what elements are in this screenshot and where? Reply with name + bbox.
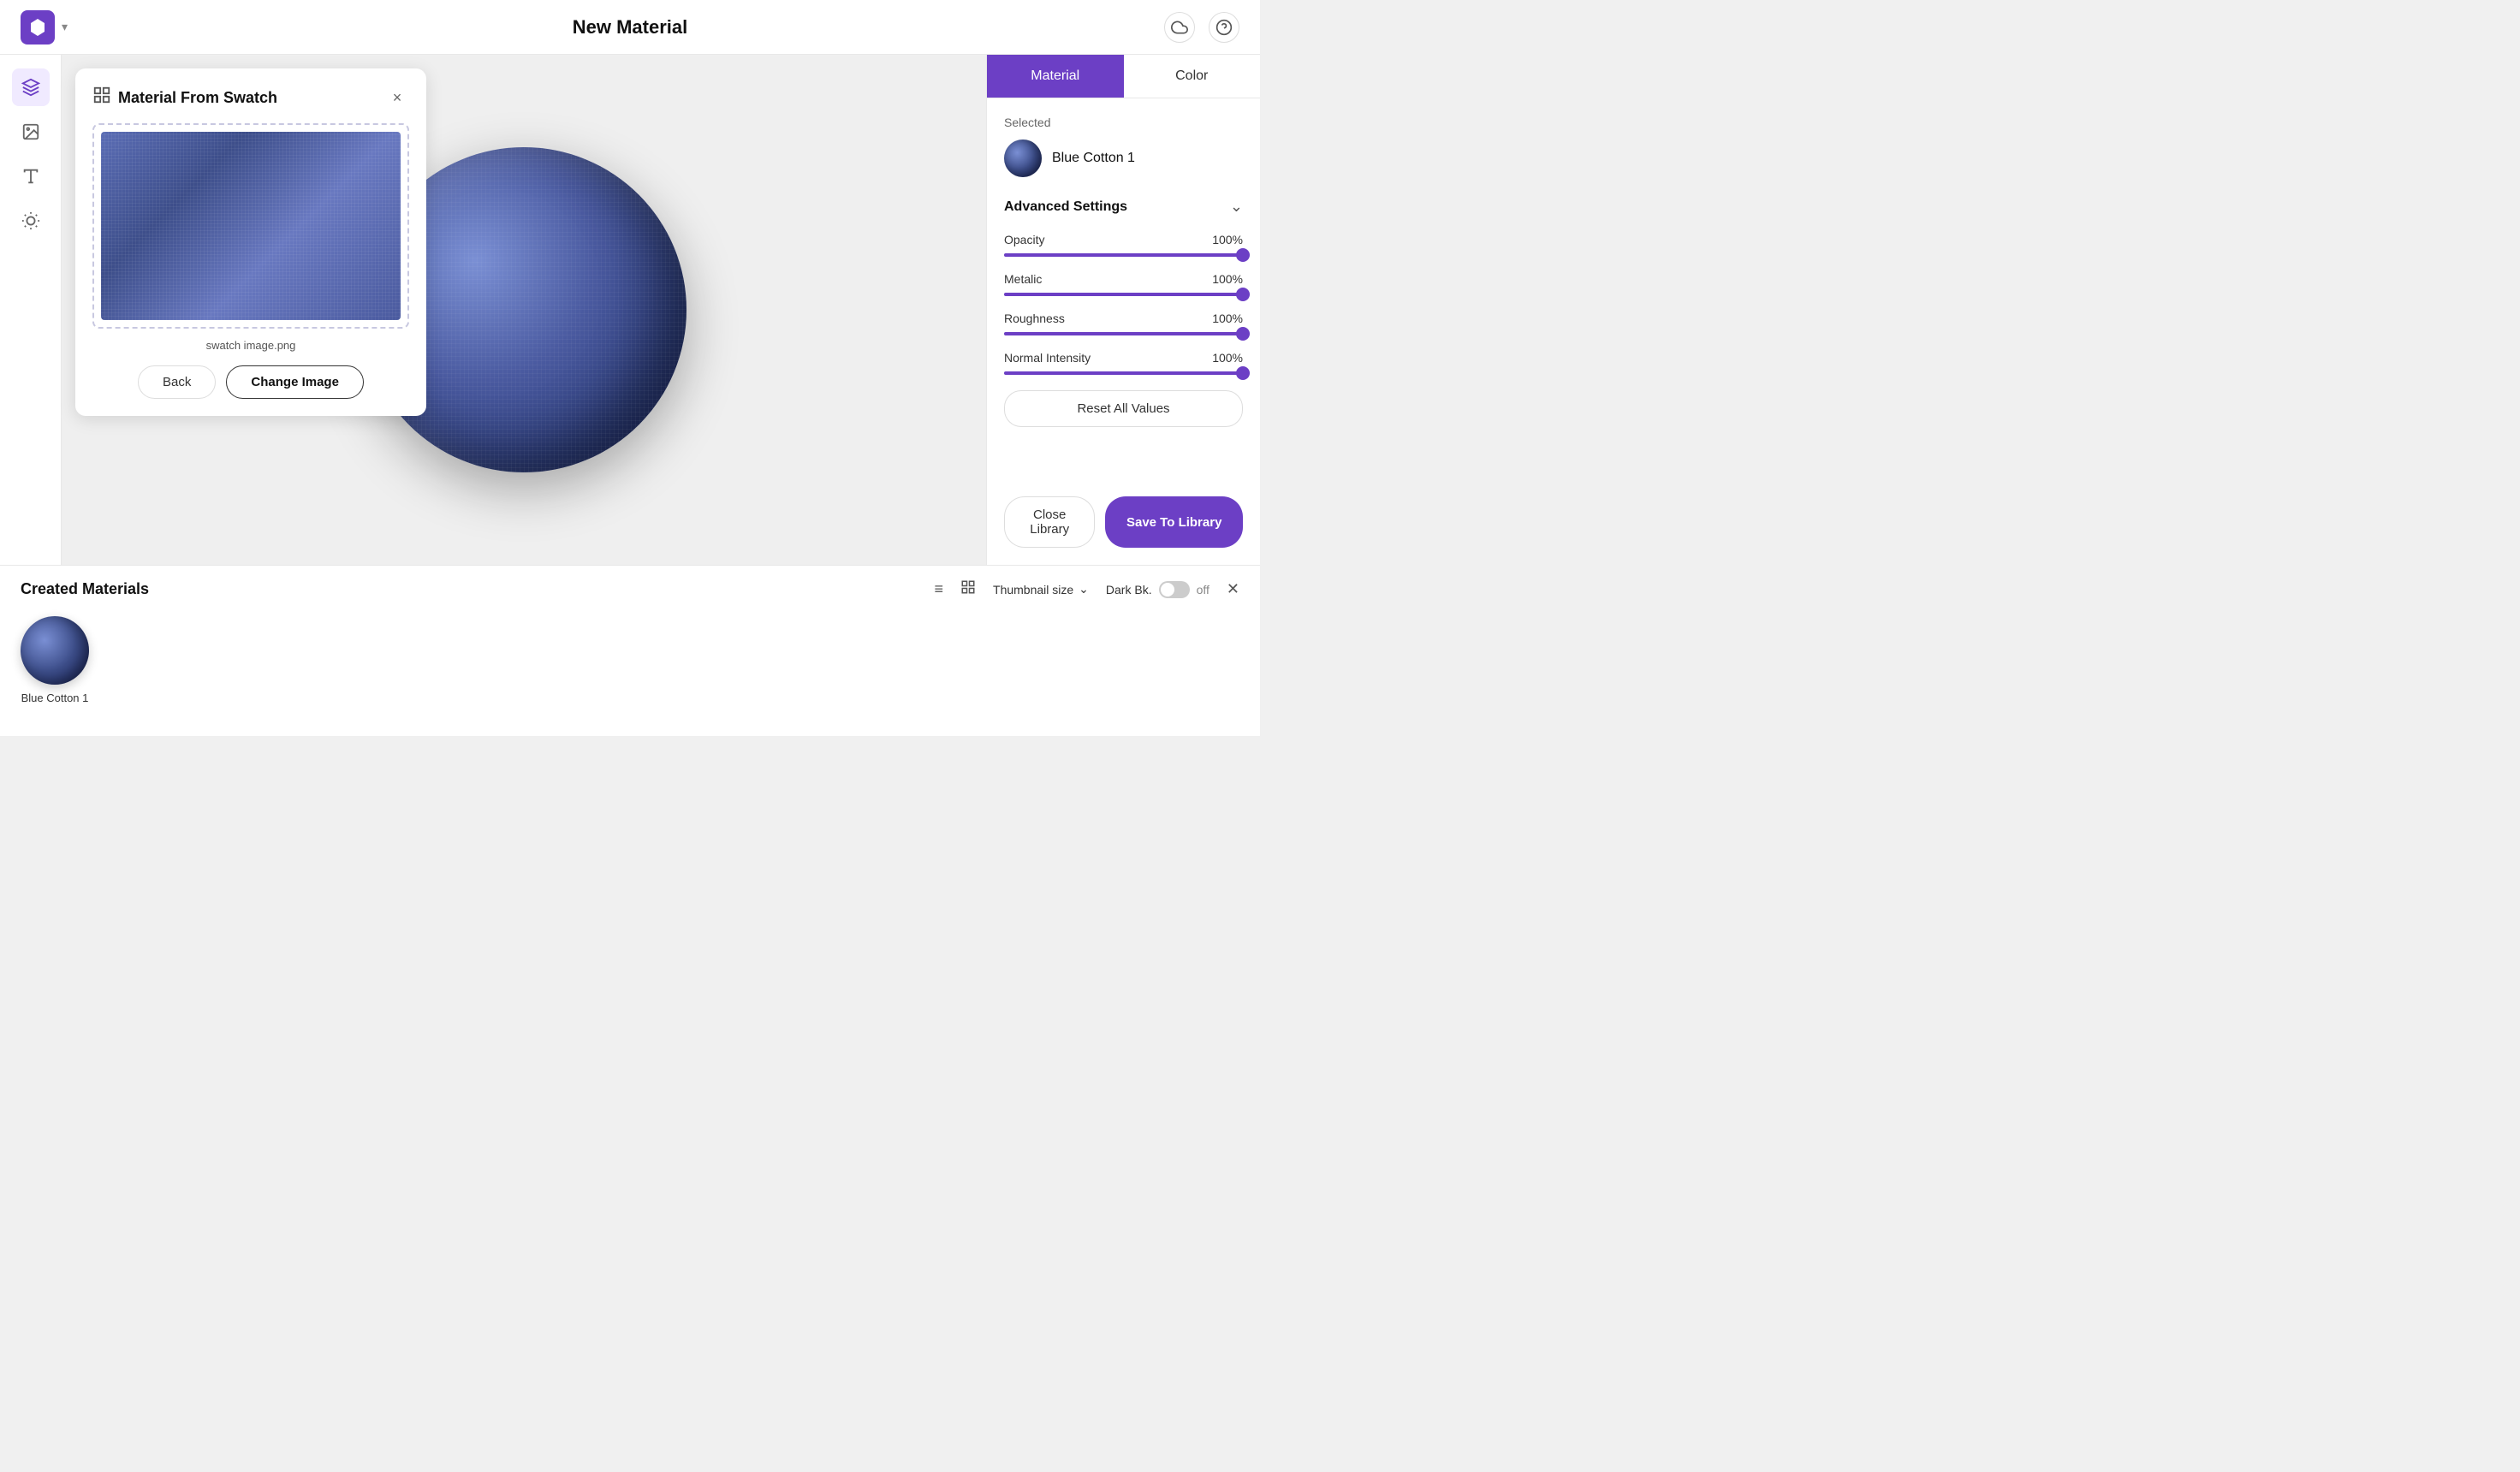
swatch-panel: Material From Swatch × swatch image.png … <box>75 68 426 416</box>
materials-grid: Blue Cotton 1 <box>21 613 1239 704</box>
opacity-label: Opacity <box>1004 233 1044 246</box>
tab-material[interactable]: Material <box>987 55 1124 98</box>
canvas-area: Material From Swatch × swatch image.png … <box>62 55 986 565</box>
metalic-slider-group: Metalic 100% <box>1004 272 1243 296</box>
header: ▾ New Material <box>0 0 1260 55</box>
swatch-image-container <box>92 123 409 329</box>
normal-intensity-fill <box>1004 371 1243 375</box>
roughness-slider-group: Roughness 100% <box>1004 312 1243 335</box>
thumbnail-size-selector[interactable]: Thumbnail size ⌄ <box>993 582 1089 597</box>
header-dropdown-arrow[interactable]: ▾ <box>62 20 68 34</box>
swatch-icon <box>92 86 111 110</box>
material-thumbnail-ball <box>21 616 89 685</box>
panel-footer: Close Library Save To Library <box>987 496 1260 565</box>
close-bottom-panel-button[interactable]: ✕ <box>1227 580 1239 598</box>
main-area: Material From Swatch × swatch image.png … <box>0 55 1260 565</box>
header-title: New Material <box>573 16 688 39</box>
normal-intensity-track[interactable] <box>1004 371 1243 375</box>
normal-intensity-label: Normal Intensity <box>1004 351 1091 365</box>
metalic-track[interactable] <box>1004 293 1243 296</box>
normal-intensity-slider-group: Normal Intensity 100% <box>1004 351 1243 375</box>
selected-material-ball <box>1004 139 1042 177</box>
hamburger-icon[interactable]: ≡ <box>935 580 944 598</box>
thumbnail-size-label: Thumbnail size <box>993 583 1073 597</box>
opacity-fill <box>1004 253 1243 257</box>
right-panel-content: Selected Blue Cotton 1 Advanced Settings… <box>987 98 1260 496</box>
right-panel: Material Color Selected Blue Cotton 1 Ad… <box>986 55 1260 565</box>
sidebar-item-text[interactable] <box>12 157 50 195</box>
toggle-thumb <box>1161 583 1174 597</box>
roughness-label: Roughness <box>1004 312 1065 325</box>
sidebar-item-layers[interactable] <box>12 68 50 106</box>
selected-material: Blue Cotton 1 <box>1004 139 1243 177</box>
swatch-close-button[interactable]: × <box>385 86 409 110</box>
selected-label: Selected <box>1004 116 1243 129</box>
right-panel-tabs: Material Color <box>987 55 1260 98</box>
swatch-buttons: Back Change Image <box>92 365 409 399</box>
selected-material-name: Blue Cotton 1 <box>1052 151 1135 166</box>
save-to-library-button[interactable]: Save To Library <box>1105 496 1243 548</box>
normal-intensity-thumb[interactable] <box>1236 366 1250 380</box>
opacity-thumb[interactable] <box>1236 248 1250 262</box>
metalic-thumb[interactable] <box>1236 288 1250 301</box>
sidebar-item-lighting[interactable] <box>12 202 50 240</box>
dark-bk-label: Dark Bk. <box>1106 583 1152 597</box>
left-sidebar <box>0 55 62 565</box>
sidebar-item-image[interactable] <box>12 113 50 151</box>
bottom-panel-header: Created Materials ≡ Thumbnail size ⌄ Dar… <box>21 579 1239 599</box>
metalic-value: 100% <box>1212 272 1243 286</box>
roughness-thumb[interactable] <box>1236 327 1250 341</box>
thumbnail-size-chevron: ⌄ <box>1079 582 1089 597</box>
swatch-image <box>101 132 401 320</box>
dark-bk-toggle[interactable] <box>1159 581 1190 598</box>
cloud-icon[interactable] <box>1164 12 1195 43</box>
opacity-slider-group: Opacity 100% <box>1004 233 1243 257</box>
roughness-value: 100% <box>1212 312 1243 325</box>
reset-all-values-button[interactable]: Reset All Values <box>1004 390 1243 427</box>
opacity-value: 100% <box>1212 233 1243 246</box>
swatch-panel-header: Material From Swatch × <box>92 86 409 110</box>
dark-bk-control: Dark Bk. off <box>1106 581 1209 598</box>
swatch-filename: swatch image.png <box>92 339 409 352</box>
back-button[interactable]: Back <box>138 365 216 399</box>
roughness-track[interactable] <box>1004 332 1243 335</box>
grid-icon[interactable] <box>960 579 976 599</box>
help-icon[interactable] <box>1209 12 1239 43</box>
opacity-track[interactable] <box>1004 253 1243 257</box>
advanced-settings-title: Advanced Settings <box>1004 199 1127 215</box>
bottom-controls: ≡ Thumbnail size ⌄ Dark Bk. off <box>935 579 1240 599</box>
chevron-down-icon: ⌄ <box>1230 198 1243 216</box>
close-library-button[interactable]: Close Library <box>1004 496 1095 548</box>
header-actions <box>1164 12 1239 43</box>
metalic-label: Metalic <box>1004 272 1042 286</box>
logo-icon[interactable] <box>21 10 55 45</box>
header-left: ▾ <box>21 10 68 45</box>
swatch-panel-title: Material From Swatch <box>92 86 277 110</box>
swatch-panel-title-text: Material From Swatch <box>118 89 277 107</box>
advanced-settings-header[interactable]: Advanced Settings ⌄ <box>1004 198 1243 216</box>
toggle-off-label: off <box>1197 583 1209 597</box>
normal-intensity-value: 100% <box>1212 351 1243 365</box>
roughness-fill <box>1004 332 1243 335</box>
created-materials-title: Created Materials <box>21 580 149 598</box>
tab-color[interactable]: Color <box>1124 55 1261 98</box>
metalic-fill <box>1004 293 1243 296</box>
material-item-name: Blue Cotton 1 <box>21 691 89 704</box>
list-item[interactable]: Blue Cotton 1 <box>21 616 89 704</box>
change-image-button[interactable]: Change Image <box>226 365 364 399</box>
bottom-panel: Created Materials ≡ Thumbnail size ⌄ Dar… <box>0 565 1260 736</box>
